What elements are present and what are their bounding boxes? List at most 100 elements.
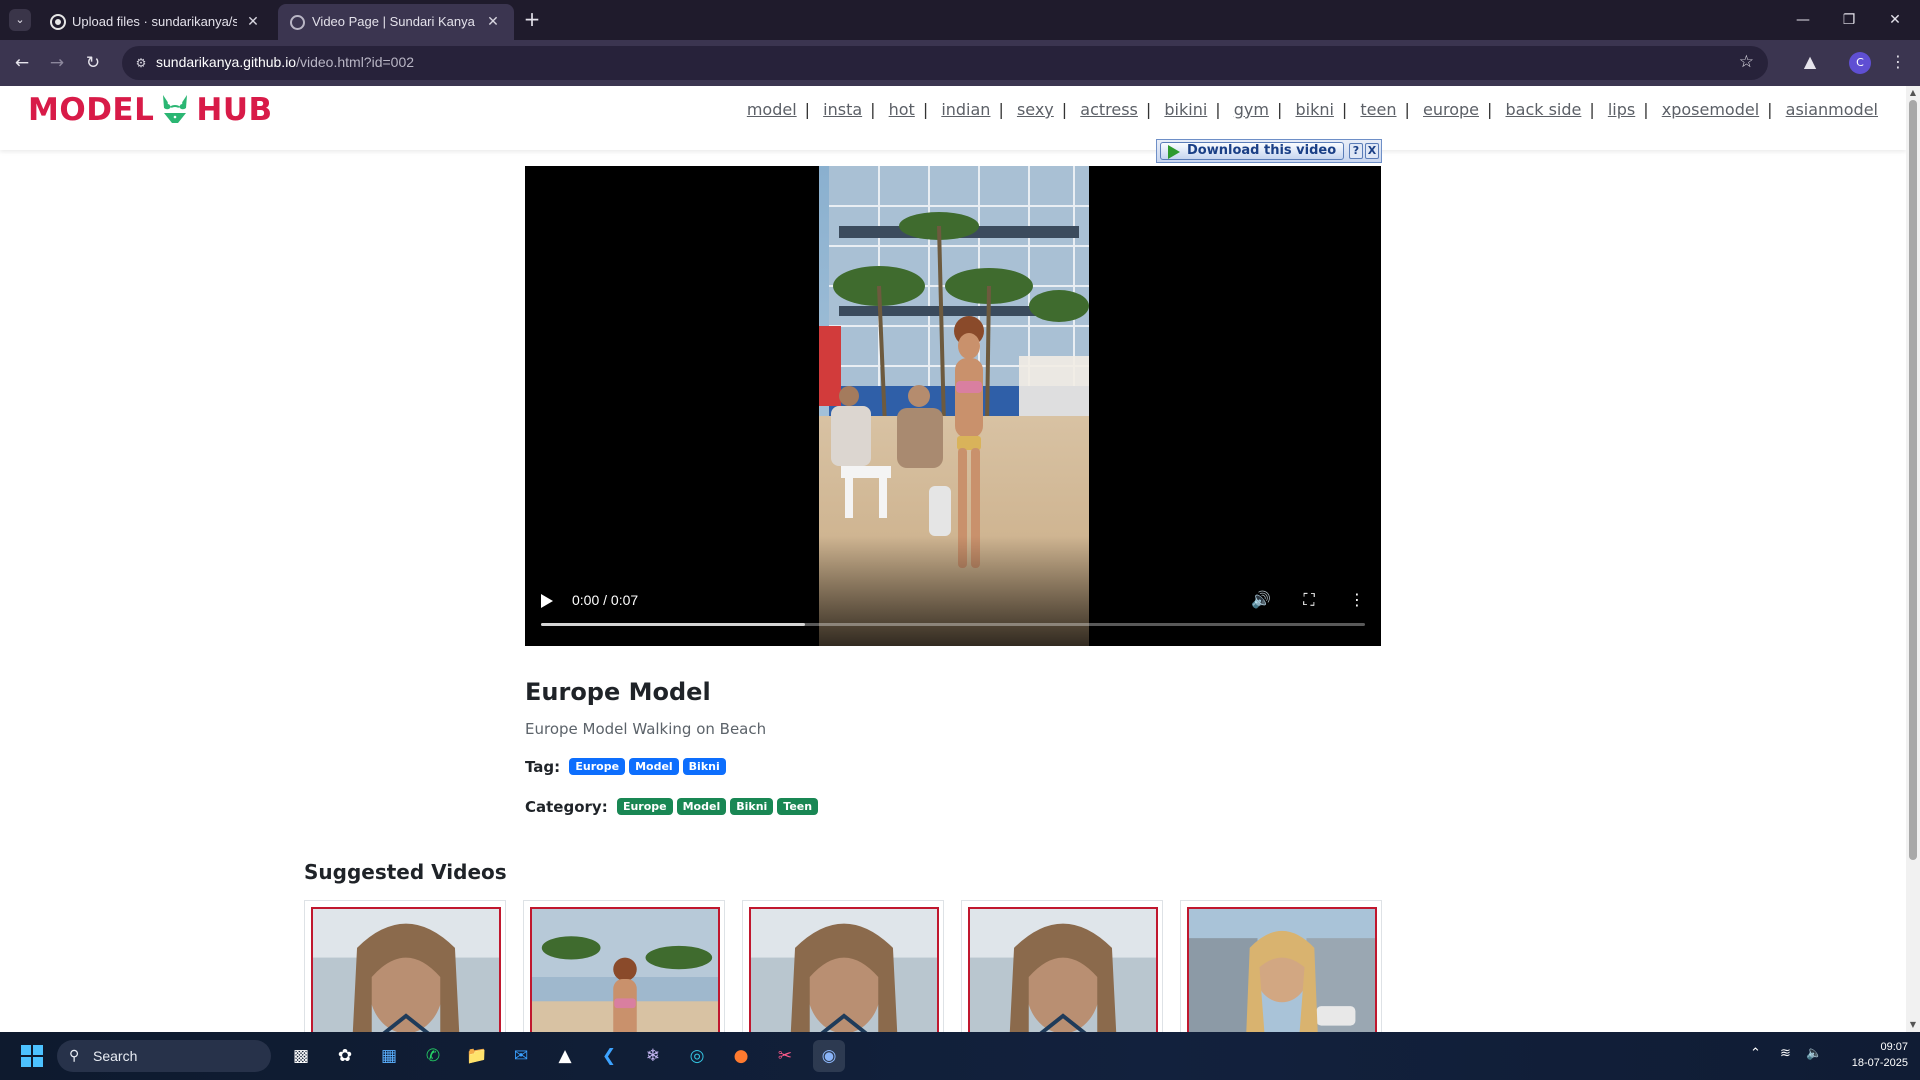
nav-link-teen[interactable]: teen bbox=[1360, 100, 1396, 119]
play-icon[interactable] bbox=[541, 594, 553, 608]
minimize-button[interactable]: — bbox=[1780, 8, 1826, 32]
bookmark-star-icon[interactable]: ☆ bbox=[1739, 52, 1754, 72]
wifi-icon[interactable]: ≋ bbox=[1780, 1046, 1791, 1061]
nav-link-sexy[interactable]: sexy bbox=[1017, 100, 1054, 119]
tag-badge-model[interactable]: Model bbox=[629, 758, 679, 775]
page-scrollbar[interactable]: ▲ ▼ bbox=[1906, 86, 1920, 1032]
extensions-icon[interactable]: ▲ bbox=[1798, 50, 1822, 74]
category-badge-bikni[interactable]: Bikni bbox=[730, 798, 774, 815]
task-view-icon[interactable]: ▩ bbox=[285, 1040, 317, 1072]
tag-label: Tag: bbox=[525, 758, 561, 776]
nav-link-bikini[interactable]: bikini bbox=[1164, 100, 1207, 119]
edge-icon[interactable]: ◎ bbox=[681, 1040, 713, 1072]
new-tab-button[interactable]: + bbox=[520, 8, 544, 32]
download-label: Download this video bbox=[1187, 143, 1337, 158]
nav-link-xposemodel[interactable]: xposemodel bbox=[1662, 100, 1759, 119]
fullscreen-icon[interactable]: ⛶ bbox=[1297, 588, 1321, 612]
nav-link-back-side[interactable]: back side bbox=[1505, 100, 1581, 119]
suggested-videos-heading: Suggested Videos bbox=[304, 860, 507, 884]
nav-link-bikni[interactable]: bikni bbox=[1295, 100, 1333, 119]
suggested-video-card[interactable] bbox=[961, 900, 1163, 1032]
video-buffer-fill bbox=[541, 623, 805, 626]
tray-overflow-icon[interactable]: ⌃ bbox=[1750, 1046, 1761, 1061]
back-button[interactable]: ← bbox=[10, 51, 34, 75]
chrome-icon[interactable]: ◉ bbox=[813, 1040, 845, 1072]
store-icon[interactable]: ▦ bbox=[373, 1040, 405, 1072]
nav-link-hot[interactable]: hot bbox=[889, 100, 915, 119]
suggested-video-card[interactable] bbox=[304, 900, 506, 1032]
nav-link-indian[interactable]: indian bbox=[941, 100, 990, 119]
category-badge-model[interactable]: Model bbox=[676, 798, 727, 815]
nav-link-europe[interactable]: europe bbox=[1423, 100, 1479, 119]
tab-title: Upload files · sundarikanya/sun bbox=[72, 14, 237, 29]
tab-title: Video Page | Sundari Kanya bbox=[312, 14, 475, 29]
globe-icon bbox=[290, 15, 305, 30]
reload-button[interactable]: ↻ bbox=[81, 51, 105, 75]
video-player[interactable]: 0:00 / 0:07 🔊 ⛶ ⋮ bbox=[525, 166, 1381, 646]
vscode-icon[interactable]: ❮ bbox=[593, 1040, 625, 1072]
category-badge-teen[interactable]: Teen bbox=[777, 798, 819, 815]
whatsapp-icon[interactable]: ✆ bbox=[417, 1040, 449, 1072]
url-text[interactable]: sundarikanya.github.io/video.html?id=002 bbox=[156, 54, 414, 70]
download-video-button[interactable]: Download this video bbox=[1160, 142, 1344, 160]
nav-link-model[interactable]: model bbox=[747, 100, 797, 119]
forward-button[interactable]: → bbox=[45, 51, 69, 75]
terminal-icon[interactable]: ▲ bbox=[549, 1040, 581, 1072]
volume-icon[interactable]: 🔊 bbox=[1249, 588, 1273, 612]
category-badge-europe[interactable]: Europe bbox=[616, 798, 673, 815]
category-label: Category: bbox=[525, 798, 608, 816]
tag-row: Tag: Europe Model Bikni bbox=[525, 758, 726, 776]
mail-icon[interactable]: ✉ bbox=[505, 1040, 537, 1072]
close-window-button[interactable]: ✕ bbox=[1872, 8, 1918, 32]
close-download-bar-button[interactable]: X bbox=[1365, 143, 1379, 159]
video-description: Europe Model Walking on Beach bbox=[525, 720, 767, 738]
speaker-icon[interactable]: 🔈 bbox=[1806, 1046, 1822, 1061]
copilot-icon[interactable]: ✿ bbox=[329, 1040, 361, 1072]
main-nav: model | insta | hot | indian | sexy | actress… bbox=[746, 100, 1878, 119]
address-bar[interactable]: ⚙ sundarikanya.github.io/video.html?id=0… bbox=[122, 46, 1768, 80]
system-clock[interactable]: 09:07 18-07-2025 bbox=[1836, 1039, 1908, 1071]
tab-upload-files[interactable]: Upload files · sundarikanya/sun ✕ bbox=[38, 4, 274, 40]
video-thumbnail bbox=[749, 907, 939, 1032]
tag-badge-europe[interactable]: Europe bbox=[569, 758, 626, 775]
scroll-up-icon[interactable]: ▲ bbox=[1908, 88, 1918, 98]
scrollbar-thumb[interactable] bbox=[1909, 100, 1917, 860]
play-arrow-icon bbox=[1168, 145, 1180, 159]
tab-video-page[interactable]: Video Page | Sundari Kanya ✕ bbox=[278, 4, 514, 40]
file-explorer-icon[interactable]: 📁 bbox=[461, 1040, 493, 1072]
nav-link-actress[interactable]: actress bbox=[1080, 100, 1138, 119]
suggested-video-card[interactable] bbox=[742, 900, 944, 1032]
video-thumbnail bbox=[311, 907, 501, 1032]
help-button[interactable]: ? bbox=[1349, 143, 1363, 159]
github-icon bbox=[52, 16, 64, 28]
nav-link-gym[interactable]: gym bbox=[1234, 100, 1269, 119]
profile-avatar[interactable]: C bbox=[1849, 52, 1871, 74]
tab-search-chevron-icon[interactable]: ⌄ bbox=[9, 9, 31, 31]
restore-button[interactable]: ❐ bbox=[1826, 8, 1872, 32]
scroll-down-icon[interactable]: ▼ bbox=[1908, 1020, 1918, 1030]
bikini-icon bbox=[163, 94, 188, 123]
nav-link-asianmodel[interactable]: asianmodel bbox=[1786, 100, 1878, 119]
nav-link-lips[interactable]: lips bbox=[1608, 100, 1635, 119]
site-logo[interactable]: MODEL HUB bbox=[28, 92, 273, 128]
suggested-video-card[interactable] bbox=[523, 900, 725, 1032]
search-icon: ⚲ bbox=[69, 1047, 80, 1063]
video-title: Europe Model bbox=[525, 678, 711, 706]
video-seek-bar[interactable] bbox=[541, 623, 1365, 626]
site-info-icon[interactable]: ⚙ bbox=[133, 55, 149, 71]
windows-start-icon[interactable] bbox=[21, 1045, 43, 1067]
browser-tab-strip: ⌄ Upload files · sundarikanya/sun ✕ Vide… bbox=[0, 0, 1920, 40]
windows-taskbar: ⚲ Search ▩ ✿ ▦ ✆ 📁 ✉ ▲ ❮ ❄ ◎ ● ✂ ◉ ⌃ ≋ 🔈… bbox=[0, 1032, 1920, 1080]
taskbar-search[interactable]: ⚲ Search bbox=[57, 1040, 271, 1072]
close-tab-icon[interactable]: ✕ bbox=[484, 12, 502, 30]
snipping-tool-icon[interactable]: ✂ bbox=[769, 1040, 801, 1072]
browser-menu-icon[interactable]: ⋮ bbox=[1888, 50, 1908, 74]
app-icon[interactable]: ❄ bbox=[637, 1040, 669, 1072]
firefox-icon[interactable]: ● bbox=[725, 1040, 757, 1072]
suggested-video-card[interactable] bbox=[1180, 900, 1382, 1032]
more-options-icon[interactable]: ⋮ bbox=[1345, 588, 1369, 612]
nav-link-insta[interactable]: insta bbox=[823, 100, 862, 119]
video-thumbnail bbox=[530, 907, 720, 1032]
close-tab-icon[interactable]: ✕ bbox=[244, 12, 262, 30]
tag-badge-bikni[interactable]: Bikni bbox=[682, 758, 726, 775]
